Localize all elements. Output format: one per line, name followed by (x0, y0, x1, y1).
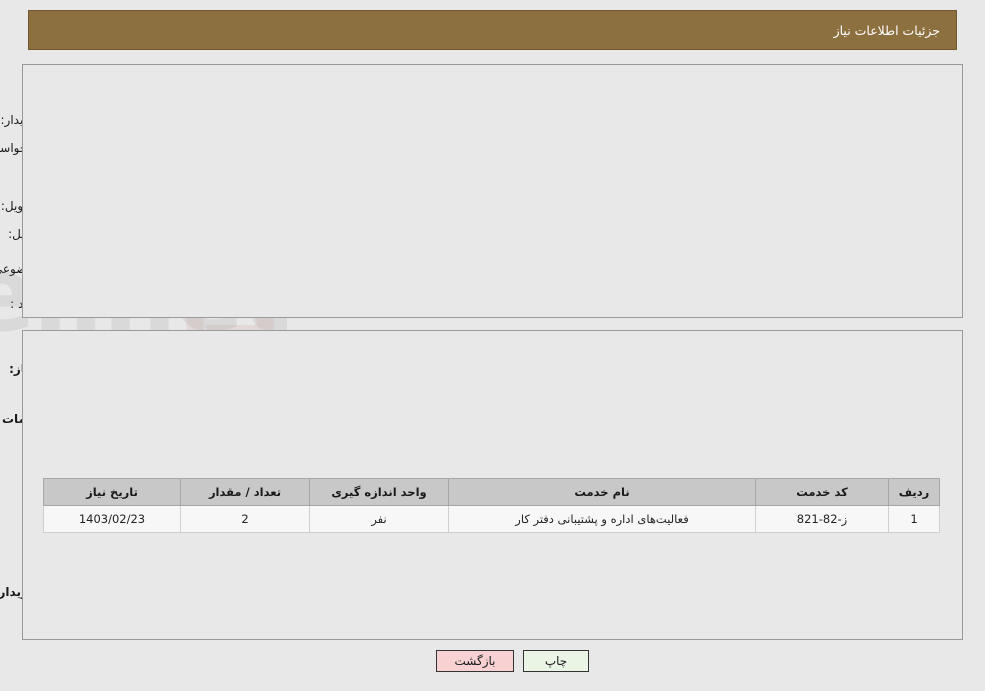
table-row[interactable]: 1 ز-82-821 فعالیت‌های اداره و پشتیبانی د… (43, 505, 940, 533)
cell-row-no: 1 (888, 505, 940, 533)
table-header-row: ردیف کد خدمت نام خدمت واحد اندازه گیری ت… (43, 478, 940, 506)
cell-service-name: فعالیت‌های اداره و پشتیبانی دفتر کار (448, 505, 756, 533)
page-root: ArtaTender.net جزئیات اطلاعات نیاز شماره… (0, 0, 985, 691)
page-title: جزئیات اطلاعات نیاز (833, 22, 940, 38)
col-service-code: کد خدمت (755, 478, 889, 506)
col-unit: واحد اندازه گیری (309, 478, 449, 506)
col-row-no: ردیف (888, 478, 940, 506)
col-service-name: نام خدمت (448, 478, 756, 506)
back-button[interactable]: بازگشت (436, 650, 514, 672)
cell-need-date: 1403/02/23 (43, 505, 181, 533)
services-table: ردیف کد خدمت نام خدمت واحد اندازه گیری ت… (43, 478, 940, 533)
cell-unit: نفر (309, 505, 449, 533)
page-title-bar: جزئیات اطلاعات نیاز (28, 10, 957, 50)
cell-service-code: ز-82-821 (755, 505, 889, 533)
print-button[interactable]: چاپ (523, 650, 589, 672)
need-info-panel (22, 64, 963, 318)
col-quantity: تعداد / مقدار (180, 478, 310, 506)
col-need-date: تاریخ نیاز (43, 478, 181, 506)
cell-quantity: 2 (180, 505, 310, 533)
